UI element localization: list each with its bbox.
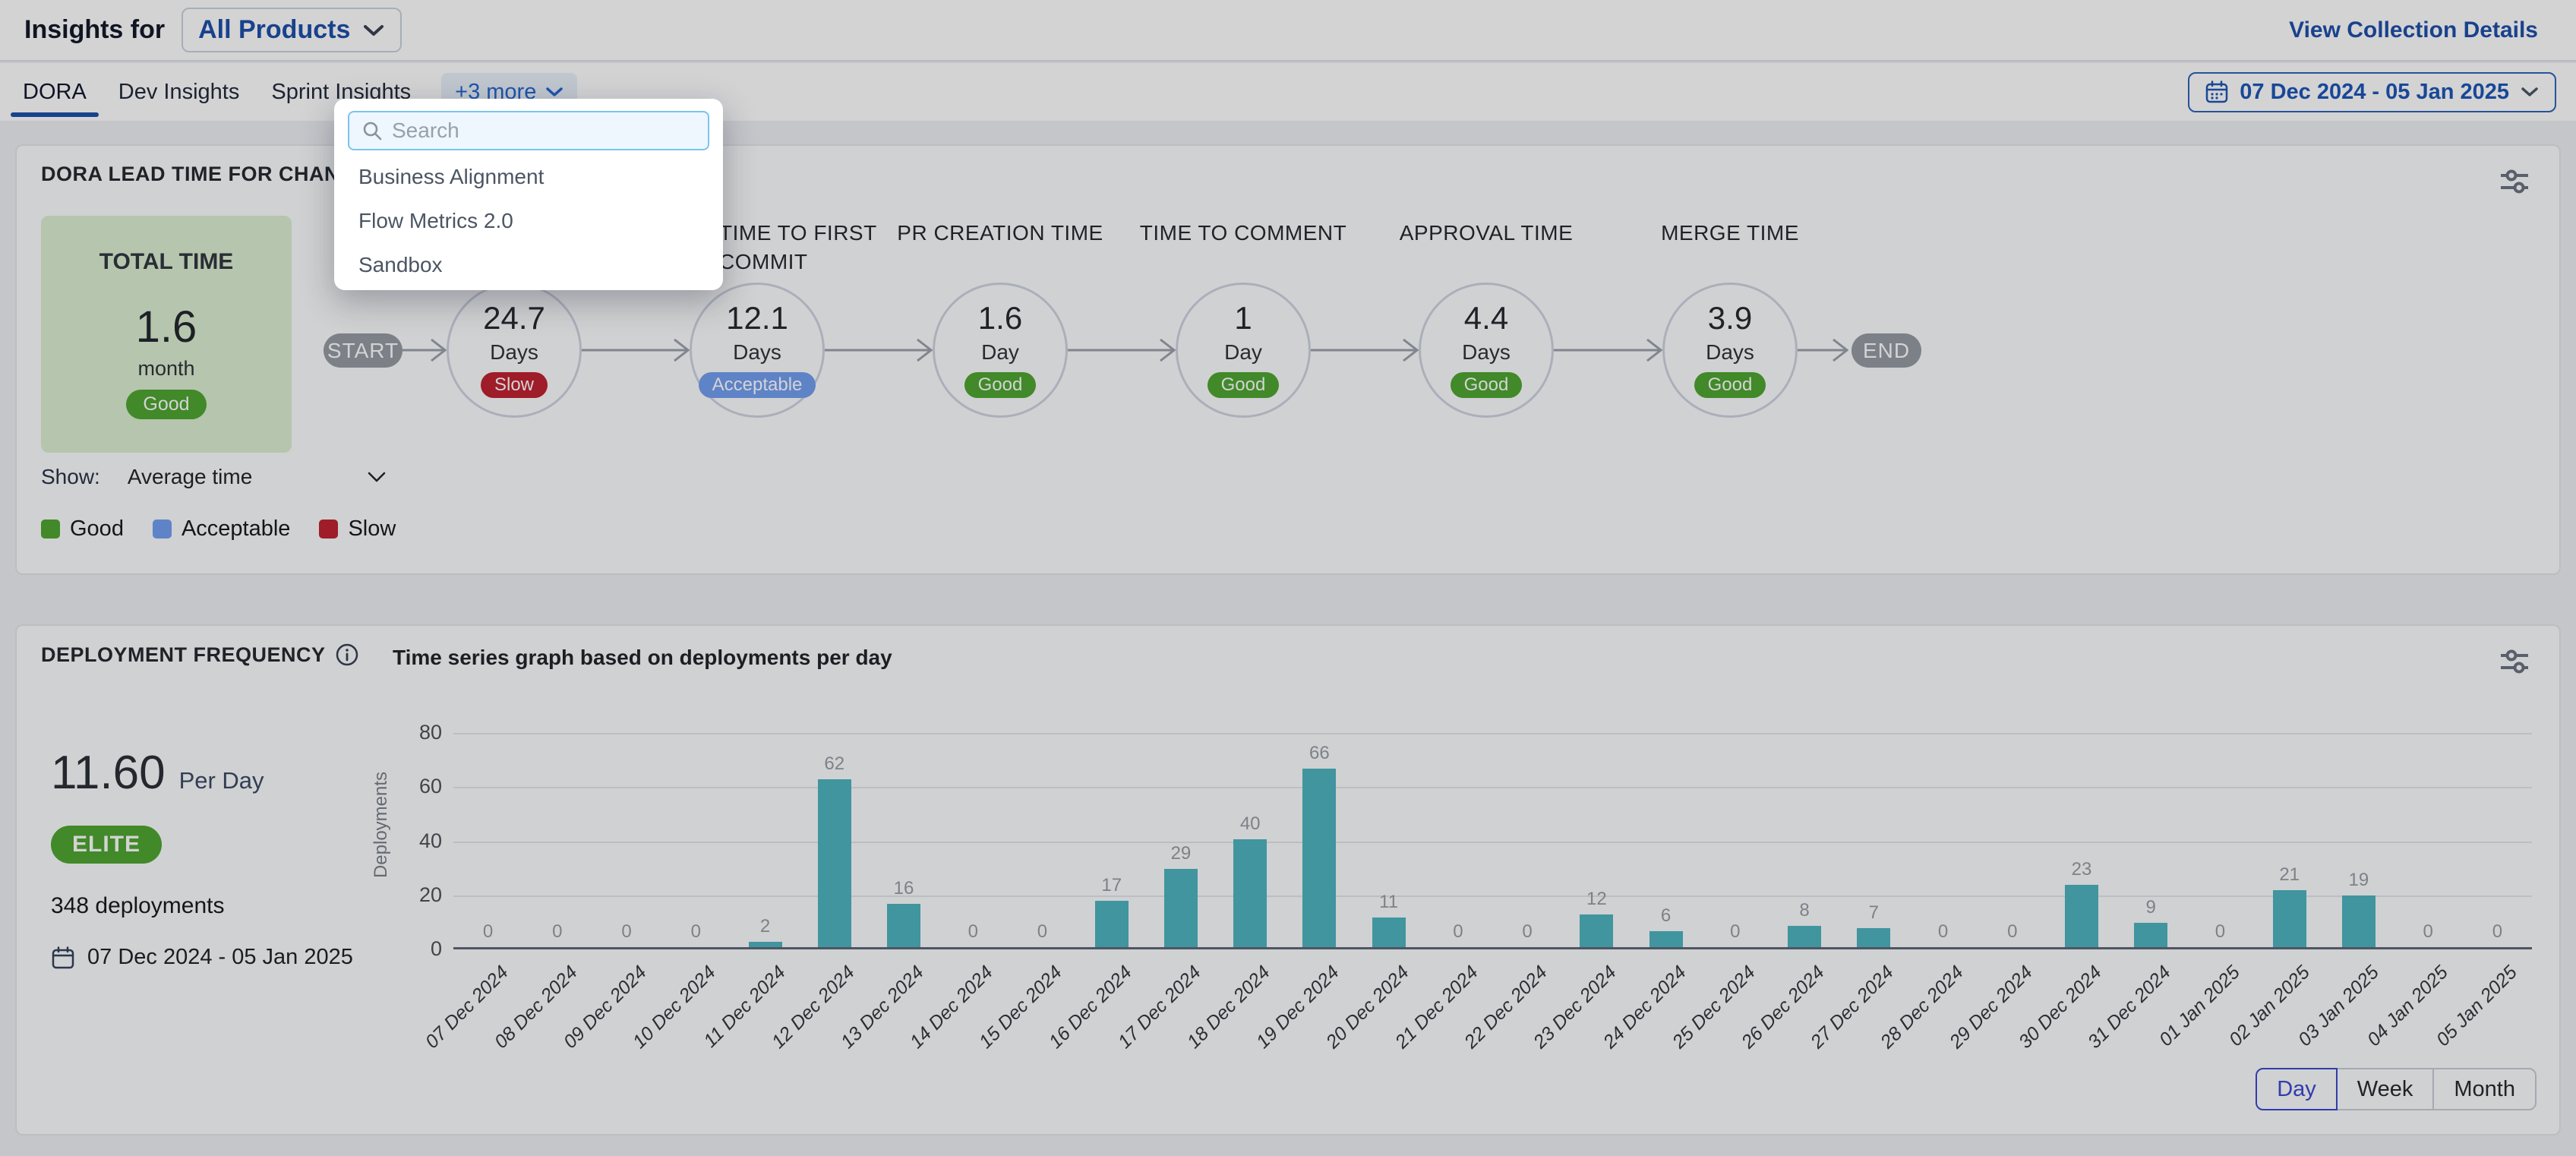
more-tabs-menu: Business AlignmentFlow Metrics 2.0Sandbo… xyxy=(334,99,723,290)
menu-item-list: Business AlignmentFlow Metrics 2.0Sandbo… xyxy=(348,155,709,287)
insights-page: Insights for All Products View Collectio… xyxy=(0,0,2576,1156)
menu-item[interactable]: Flow Metrics 2.0 xyxy=(348,199,709,243)
menu-search xyxy=(348,111,709,150)
menu-item[interactable]: Business Alignment xyxy=(348,155,709,199)
search-input[interactable] xyxy=(392,118,696,143)
search-icon xyxy=(361,120,383,141)
menu-item[interactable]: Sandbox xyxy=(348,243,709,287)
